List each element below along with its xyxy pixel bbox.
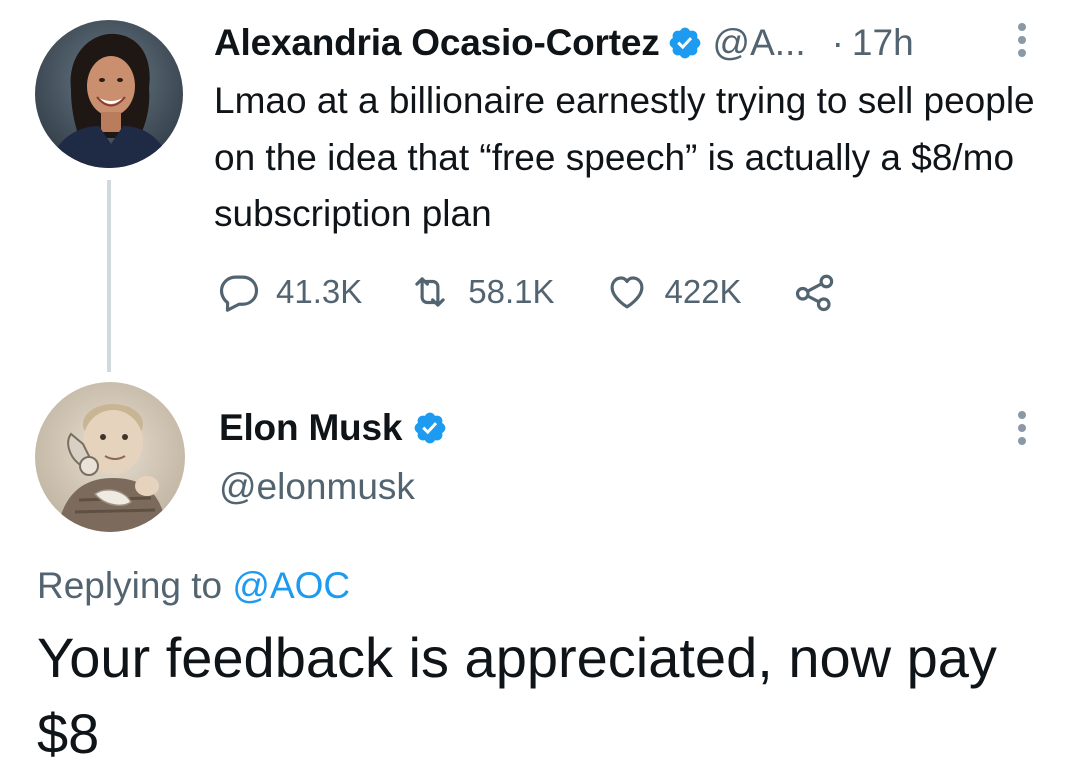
parent-tweet-text: Lmao at a billionaire earnestly trying t… [214,80,1035,234]
replying-to-label: Replying to [37,565,223,606]
verified-badge-icon [667,25,703,61]
retweet-icon [415,277,445,307]
replying-to-mention[interactable]: @AOC [232,565,350,606]
reply-tweet-text: Your feedback is appreciated, now pay $8 [37,626,997,765]
like-button[interactable]: 422K [605,271,742,313]
avatar-aoc-image [35,20,183,168]
retweet-count: 58.1K [468,273,555,310]
parent-tweet-header: Alexandria Ocasio-Cortez @A... · 17h [214,20,914,66]
reply-button[interactable]: 41.3K [218,271,362,313]
reply-author-name[interactable]: Elon Musk [219,407,402,449]
thread-connector-line [107,180,111,372]
reply-author-row: Elon Musk [219,405,448,451]
parent-author-name[interactable]: Alexandria Ocasio-Cortez [214,22,660,64]
reply-icon [219,275,259,312]
verified-badge-icon [412,410,448,446]
replying-to-line: Replying to @AOC [37,565,350,607]
like-count: 422K [664,273,742,310]
share-button[interactable] [792,271,838,313]
retweet-button[interactable]: 58.1K [408,271,555,313]
like-icon [610,276,643,309]
parent-author-handle[interactable]: @A... [713,22,806,64]
parent-tweet-time[interactable]: 17h [852,22,914,64]
more-icon[interactable] [1018,23,1026,62]
avatar-elon-image [35,382,185,532]
share-icon [795,274,833,312]
reply-count: 41.3K [276,273,363,310]
more-icon[interactable] [1018,411,1026,450]
avatar-aoc[interactable] [35,20,183,168]
parent-tweet-actions: 41.3K 58.1K 422K [218,268,838,316]
header-separator: · [831,22,844,63]
reply-author-handle[interactable]: @elonmusk [219,466,415,508]
avatar-elon[interactable] [35,382,185,532]
